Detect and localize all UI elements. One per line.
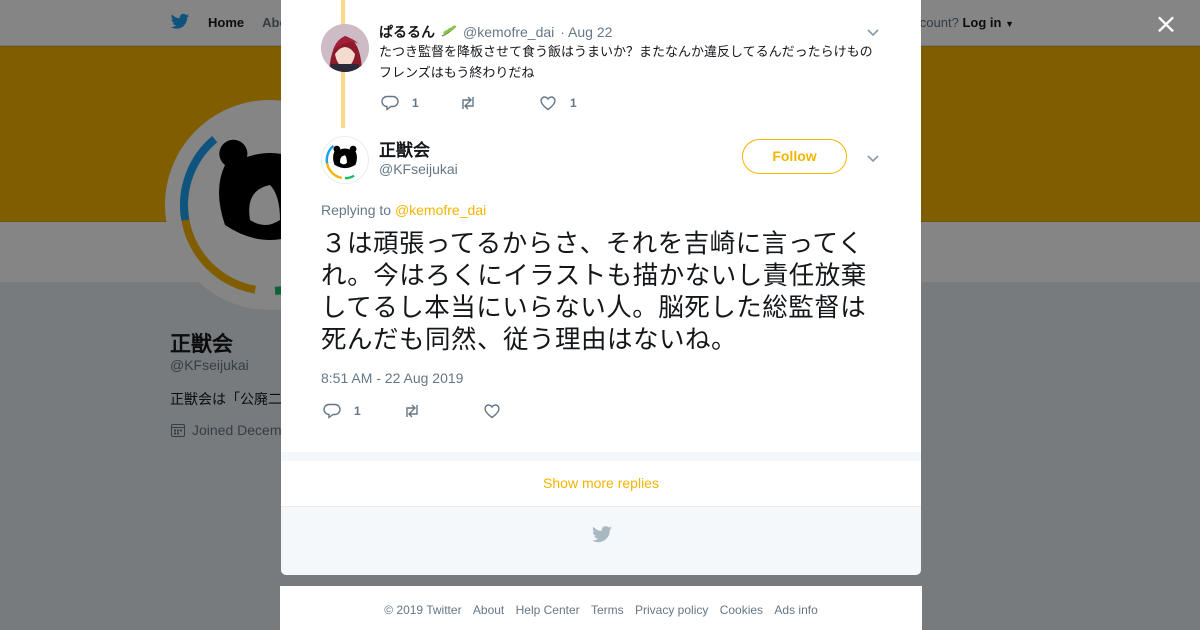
tweet-timestamp[interactable]: 8:51 AM - 22 Aug 2019 [321, 370, 463, 386]
reply-tweet-text: たつき監督を降板させて食う飯はうまいか？またなんか違反してるんだったらけものフレ… [379, 45, 873, 81]
footer: © 2019 Twitter About Help Center Terms P… [280, 586, 922, 630]
reply-like-count: 1 [570, 96, 577, 110]
retweet-icon [462, 96, 474, 110]
main-tweet-text: ３は頑張ってるからさ、それを吉崎に言ってくれ。今はろくにイラストも描かないし責任… [321, 229, 867, 355]
main-author-handle[interactable]: @KFseijukai [379, 161, 458, 177]
reply-date[interactable]: · Aug 22 [560, 24, 612, 40]
main-actions: 1 [323, 402, 501, 420]
reply-author-handle[interactable]: @kemofre_dai [463, 24, 554, 40]
footer-link-ads-info[interactable]: Ads info [774, 603, 817, 617]
reply-icon [381, 95, 399, 111]
show-more-replies-box: Show more replies [281, 461, 921, 507]
chevron-down-icon[interactable] [865, 24, 881, 40]
main-retweet-button[interactable] [403, 402, 483, 420]
twitter-bird-icon [592, 526, 612, 543]
leaf-emoji-icon [441, 25, 457, 37]
main-author-name[interactable]: 正獣会 [379, 136, 430, 161]
reply-reply-count: 1 [412, 96, 419, 110]
reply-avatar[interactable] [321, 24, 369, 72]
reply-retweet-button[interactable] [459, 94, 539, 112]
footer-link-about[interactable]: About [473, 603, 504, 617]
show-more-replies-link[interactable]: Show more replies [543, 475, 659, 491]
replying-to-link[interactable]: @kemofre_dai [395, 202, 486, 218]
footer-link-help-center[interactable]: Help Center [516, 603, 580, 617]
heart-icon [484, 404, 500, 419]
tweet-thread: ぱるるん @kemofre_dai · Aug 22 たつき監督を降板させて食う… [281, 0, 921, 452]
reply-header: ぱるるん @kemofre_dai · Aug 22 [379, 22, 612, 42]
replying-to: Replying to @kemofre_dai [321, 202, 486, 218]
main-avatar[interactable] [321, 136, 369, 184]
tweet-modal: ぱるるん @kemofre_dai · Aug 22 たつき監督を降板させて食う… [281, 0, 921, 575]
retweet-icon [406, 404, 418, 418]
reply-icon [323, 403, 341, 419]
footer-copyright: © 2019 Twitter [384, 603, 462, 617]
close-icon[interactable]: × [1154, 10, 1178, 38]
footer-link-privacy[interactable]: Privacy policy [635, 603, 708, 617]
kf-logo-icon [325, 140, 365, 180]
reply-author-name[interactable]: ぱるるん [379, 22, 435, 42]
follow-button[interactable]: Follow [742, 139, 847, 174]
reply-actions: 1 1 [381, 94, 577, 112]
replying-prefix: Replying to [321, 202, 392, 218]
reply-reply-button[interactable]: 1 [381, 94, 459, 112]
main-like-button[interactable] [483, 402, 501, 420]
footer-link-terms[interactable]: Terms [591, 603, 624, 617]
reply-like-button[interactable]: 1 [539, 94, 577, 112]
chevron-down-icon[interactable] [865, 150, 881, 166]
main-reply-button[interactable]: 1 [323, 402, 403, 420]
footer-link-cookies[interactable]: Cookies [720, 603, 763, 617]
main-reply-count: 1 [354, 404, 361, 418]
heart-icon [540, 96, 556, 111]
anime-avatar-icon [321, 24, 369, 72]
